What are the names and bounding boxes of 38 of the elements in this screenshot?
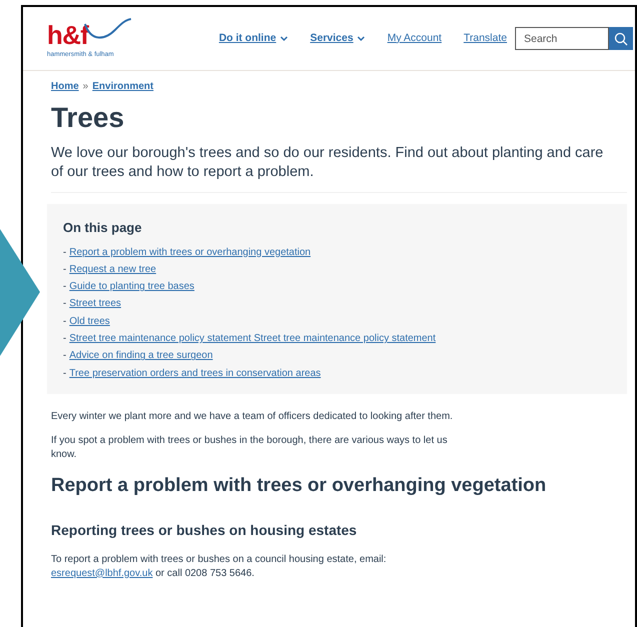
breadcrumb-separator: » [82, 80, 88, 94]
nav-link[interactable]: Do it online [218, 30, 288, 46]
triangle-icon [0, 229, 40, 356]
chevron-icon [280, 36, 288, 42]
nav-link[interactable]: Services [310, 30, 366, 46]
contact-paragraph: To report a problem with trees or bushes on a council housing estate, email: esrequest@lbhf.gov.uk or call 0208 753 5646. [51, 552, 388, 581]
bullet-dash: - [63, 246, 66, 258]
breadcrumb-link[interactable]: Home [51, 79, 79, 94]
nav-link[interactable]: Translate [464, 30, 507, 46]
section-heading: Report a problem with trees or overhanging vegetation [51, 474, 548, 498]
bullet-dash: - [63, 262, 66, 276]
contents-link[interactable]: Street tree maintenance policy statement Street tree maintenance policy statement [69, 332, 436, 345]
bullet-dash: - [63, 332, 66, 345]
bullet-dash: - [63, 366, 66, 380]
breadcrumb-link[interactable]: Environment [92, 79, 154, 94]
contents-link[interactable]: Tree preservation orders and trees in conservation areas [69, 366, 321, 380]
intro-text: We love our borough's trees and so do our residents. Find out about planting and care of our trees and how to report a problem. [51, 144, 604, 182]
body-paragraph: If you spot a problem with trees or bushes in the borough, there are various ways to let us know. [51, 434, 448, 462]
bullet-dash: - [63, 280, 66, 294]
bullet-dash: - [63, 297, 66, 310]
contents-link[interactable]: Request a new tree [69, 262, 156, 276]
contents-link[interactable]: Street trees [69, 297, 122, 310]
search-field[interactable]: Search [515, 27, 609, 50]
contents-link[interactable]: Report a problem with trees or overhanging vegetation [69, 246, 311, 258]
panel-heading: On this page [63, 219, 143, 237]
contents-link[interactable]: Guide to planting tree bases [69, 280, 194, 294]
subheading: Reporting trees or bushes on housing estates [51, 520, 358, 540]
bullet-dash: - [63, 349, 66, 362]
bullet-dash: - [63, 314, 66, 328]
contents-link[interactable]: Advice on finding a tree surgeon [69, 349, 213, 362]
search-icon [614, 32, 628, 46]
chevron-icon [357, 36, 366, 42]
contents-link[interactable]: Old trees [69, 314, 110, 328]
search-button[interactable] [609, 27, 633, 50]
page-title: Trees [51, 101, 126, 135]
body-paragraph: Every winter we plant more and we have a team of officers dedicated to looking after them. [51, 410, 454, 424]
nav-link[interactable]: My Account [387, 30, 442, 46]
email-link[interactable]: esrequest@lbhf.gov.uk [51, 568, 153, 579]
